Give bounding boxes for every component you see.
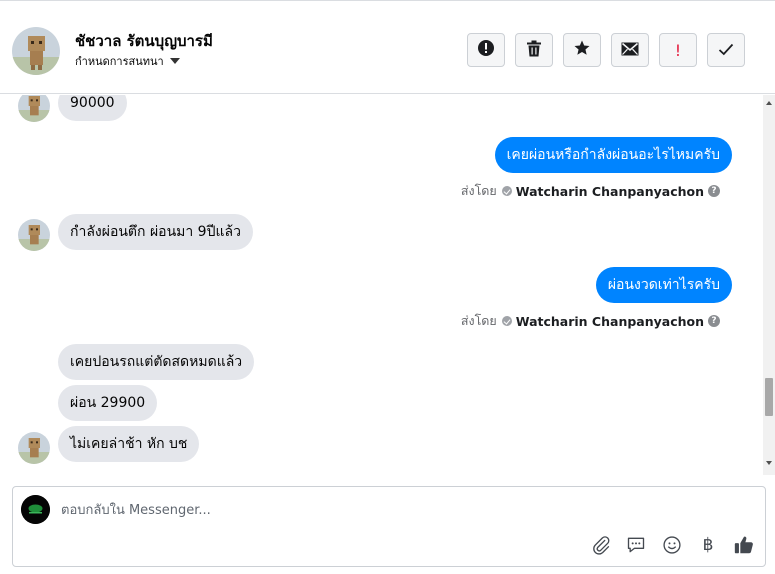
trash-icon bbox=[526, 40, 542, 61]
star-button[interactable] bbox=[563, 33, 601, 67]
sent-by-label: ส่งโดย bbox=[460, 313, 497, 328]
mark-unread-button[interactable] bbox=[611, 33, 649, 67]
sender-name[interactable]: Watcharin Chanpanyachon bbox=[516, 184, 704, 199]
sender-avatar bbox=[18, 432, 50, 464]
star-icon bbox=[573, 39, 591, 61]
message-thread[interactable]: 90000 เคยผ่อนหรือกำลังผ่อนอะไรไหมครับ ส่… bbox=[0, 95, 763, 475]
mark-done-button[interactable] bbox=[707, 33, 745, 67]
incoming-message[interactable]: เคยปอนรถแต่ตัดสดหมดแล้ว bbox=[58, 344, 255, 380]
help-icon[interactable]: ? bbox=[708, 185, 720, 197]
sent-by-label: ส่งโดย bbox=[460, 183, 497, 198]
contact-name[interactable]: ชัชวาล รัตนบุญบารมี bbox=[75, 29, 213, 53]
thread-scrollbar[interactable] bbox=[763, 95, 775, 475]
incoming-message[interactable]: ไม่เคยล่าช้า หัก บช bbox=[58, 426, 200, 462]
conversation-header: ชัชวาล รัตนบุญบารมี กำหนดการสนทนา ! bbox=[0, 0, 775, 94]
verified-check-icon bbox=[501, 186, 512, 196]
paperclip-icon[interactable] bbox=[589, 533, 613, 557]
flag-alert-button[interactable] bbox=[467, 33, 505, 67]
sender-avatar bbox=[18, 219, 50, 251]
outgoing-message[interactable]: เคยผ่อนหรือกำลังผ่อนอะไรไหมครับ bbox=[494, 137, 732, 173]
delete-button[interactable] bbox=[515, 33, 553, 67]
sent-by-line: ส่งโดย Watcharin Chanpanyachon ? bbox=[461, 311, 720, 331]
reply-composer: ฿ bbox=[12, 486, 766, 567]
help-icon[interactable]: ? bbox=[708, 315, 720, 327]
important-icon: ! bbox=[674, 40, 682, 60]
sender-avatar bbox=[18, 95, 50, 122]
caret-down-icon bbox=[169, 58, 180, 64]
contact-avatar[interactable] bbox=[12, 27, 60, 75]
sent-by-line: ส่งโดย Watcharin Chanpanyachon ? bbox=[461, 181, 720, 201]
incoming-message[interactable]: 90000 bbox=[58, 95, 127, 121]
sender-name[interactable]: Watcharin Chanpanyachon bbox=[516, 314, 704, 329]
check-icon bbox=[718, 41, 734, 60]
mark-important-button[interactable]: ! bbox=[659, 33, 697, 67]
saved-reply-icon[interactable] bbox=[624, 533, 648, 557]
page-avatar bbox=[21, 495, 50, 524]
assign-label: กำหนดการสนทนา bbox=[75, 55, 164, 68]
incoming-message[interactable]: กำลังผ่อนตึก ผ่อนมา 9ปีแล้ว bbox=[58, 214, 253, 250]
incoming-message[interactable]: ผ่อน 29900 bbox=[58, 385, 158, 421]
reply-input[interactable] bbox=[61, 499, 741, 521]
verified-check-icon bbox=[501, 316, 512, 326]
envelope-icon bbox=[621, 41, 639, 60]
scroll-down-arrow-icon[interactable] bbox=[766, 461, 772, 465]
alert-icon bbox=[477, 39, 495, 61]
emoji-icon[interactable] bbox=[660, 533, 684, 557]
assign-conversation-dropdown[interactable]: กำหนดการสนทนา bbox=[75, 52, 180, 70]
scroll-thumb[interactable] bbox=[765, 378, 773, 416]
baht-icon[interactable]: ฿ bbox=[696, 533, 720, 557]
outgoing-message[interactable]: ผ่อนงวดเท่าไรครับ bbox=[595, 267, 732, 303]
scroll-up-arrow-icon[interactable] bbox=[766, 101, 772, 105]
like-icon[interactable] bbox=[732, 533, 756, 557]
